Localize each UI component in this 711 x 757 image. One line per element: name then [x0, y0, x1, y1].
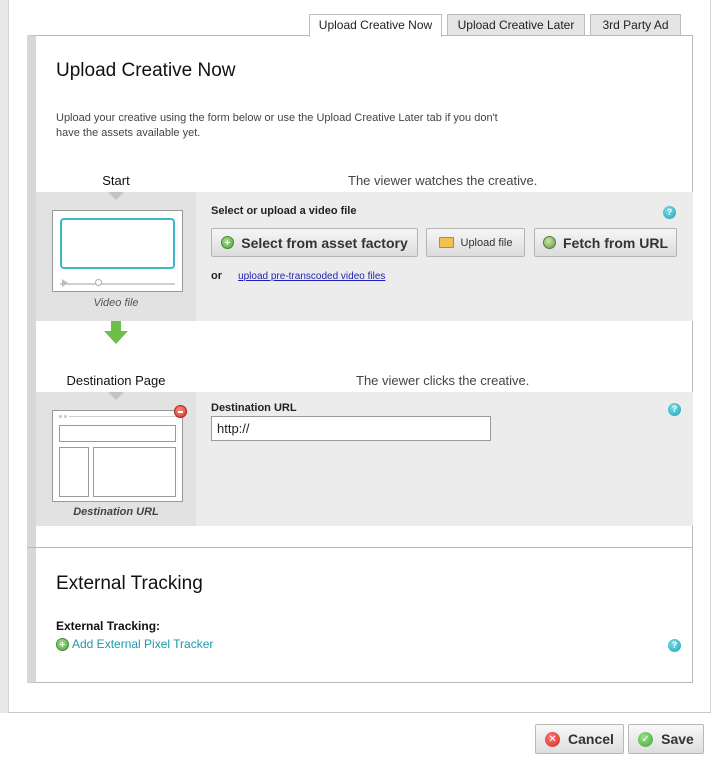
upload-file-button[interactable]: Upload file [426, 228, 525, 257]
remove-icon[interactable] [174, 405, 187, 418]
destination-url-label: Destination URL [211, 402, 297, 414]
checkmark-icon: ✓ [638, 731, 654, 747]
upload-file-label: Upload file [460, 236, 513, 249]
tab-upload-creative-now[interactable]: Upload Creative Now [309, 14, 442, 37]
destination-icon-column: Destination URL [36, 392, 196, 526]
step-start-description: The viewer watches the creative. [348, 173, 538, 188]
plus-circle-icon [56, 637, 69, 651]
tab-upload-creative-later[interactable]: Upload Creative Later [447, 14, 585, 36]
plus-circle-icon [221, 236, 235, 249]
fetch-from-url-label: Fetch from URL [563, 234, 668, 251]
or-text: or [211, 270, 222, 282]
step-destination-description: The viewer clicks the creative. [356, 373, 530, 388]
video-file-icon [52, 210, 183, 292]
tracking-help-icon[interactable]: ? [668, 639, 681, 652]
arrow-down-icon [104, 321, 128, 345]
video-help-icon[interactable]: ? [663, 206, 676, 219]
cancel-icon: ✕ [545, 731, 561, 747]
destination-url-caption: Destination URL [73, 506, 159, 518]
video-icon-column: Video file [36, 192, 196, 321]
content-box: Upload Creative Now Upload your creative… [27, 35, 693, 683]
tracking-label: External Tracking: [56, 619, 161, 633]
destination-url-input[interactable] [211, 416, 491, 441]
video-file-caption: Video file [93, 297, 139, 309]
left-rail [0, 0, 8, 713]
step-pointer [108, 392, 124, 400]
upload-intro-text: Upload your creative using the form belo… [56, 112, 498, 139]
save-button[interactable]: ✓ Save [628, 724, 704, 754]
add-pixel-tracker-row: Add External Pixel Tracker [56, 637, 213, 651]
video-field-label: Select or upload a video file [211, 205, 357, 217]
webpage-icon [52, 410, 183, 502]
upload-pretranscoded-link[interactable]: upload pre-transcoded video files [238, 271, 385, 282]
step-start-label: Start [102, 173, 130, 188]
globe-icon [543, 236, 556, 249]
folder-icon [438, 237, 454, 248]
tab-third-party-ad[interactable]: 3rd Party Ad [590, 14, 681, 36]
cancel-label: Cancel [568, 731, 614, 747]
section-divider [27, 547, 693, 548]
destination-help-icon[interactable]: ? [668, 403, 681, 416]
select-from-asset-factory-button[interactable]: Select from asset factory [211, 228, 418, 257]
step-pointer [108, 192, 124, 200]
add-external-pixel-tracker-link[interactable]: Add External Pixel Tracker [72, 637, 213, 651]
fetch-from-url-button[interactable]: Fetch from URL [534, 228, 677, 257]
save-label: Save [661, 731, 694, 747]
upload-section-title: Upload Creative Now [56, 60, 236, 81]
step-destination-label: Destination Page [66, 373, 166, 388]
video-step-panel: Video file Select or upload a video file… [36, 192, 693, 321]
tracking-section-title: External Tracking [56, 573, 203, 594]
destination-step-panel: Destination URL Destination URL ? [36, 392, 693, 526]
select-from-asset-factory-label: Select from asset factory [241, 234, 408, 251]
cancel-button[interactable]: ✕ Cancel [535, 724, 624, 754]
